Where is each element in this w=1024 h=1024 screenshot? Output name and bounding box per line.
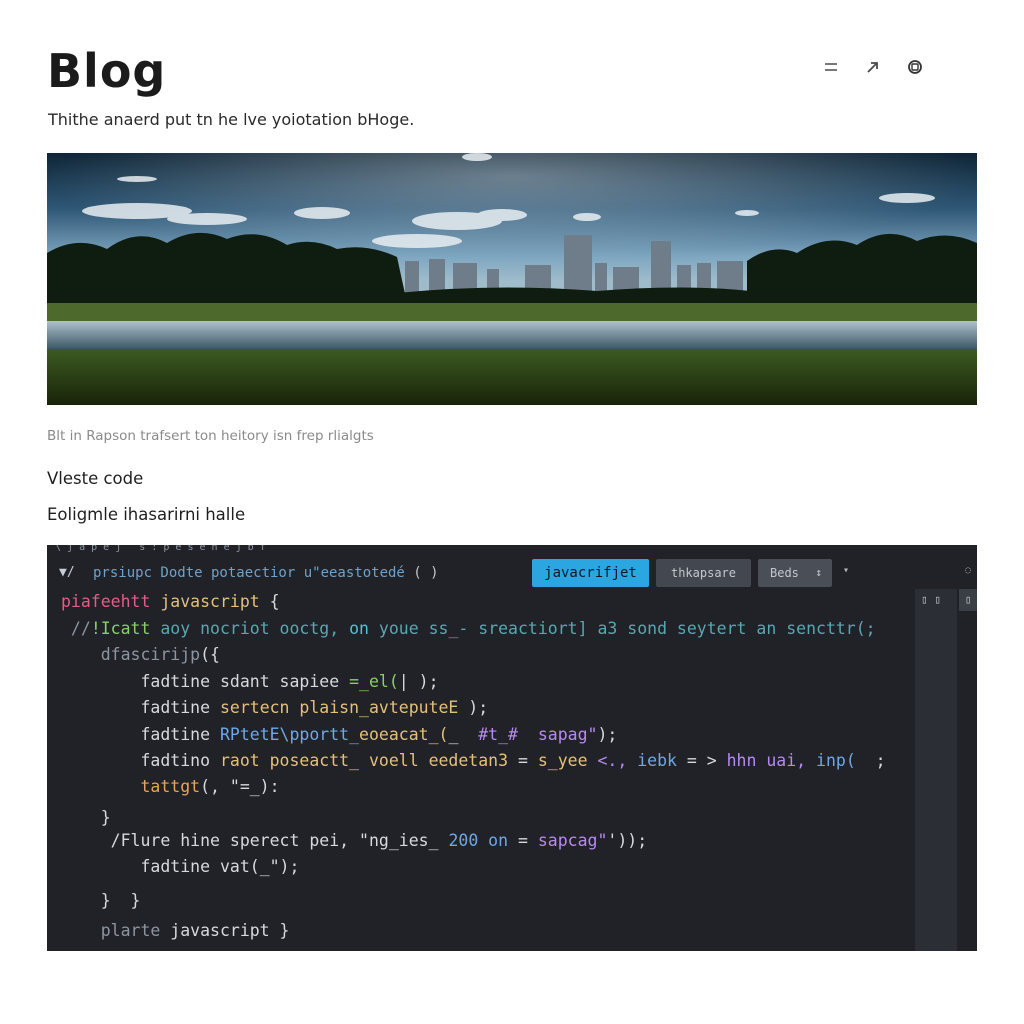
code-token: _ — [448, 725, 479, 744]
code-line: plarte javascript } — [61, 921, 290, 941]
code-token: piafeehtt — [61, 592, 161, 611]
beds-dropdown[interactable]: Beds ↕ — [758, 559, 832, 587]
code-token: sapag" — [518, 725, 598, 744]
code-line: } — [61, 808, 111, 828]
code-token: fadtine — [61, 698, 220, 717]
code-line: fadtine vat(_"); — [61, 857, 299, 877]
code-line: } } — [61, 891, 141, 911]
code-token: inp( — [806, 751, 856, 770]
code-token: ; — [855, 751, 886, 770]
code-line: tattgt(, "=_): — [61, 777, 280, 797]
code-token: ); — [597, 725, 618, 744]
code-token: =_el( — [349, 672, 399, 691]
code-token: iebk — [637, 751, 677, 770]
code-line: fadtine sertecn plaisn_avteputeE ); — [61, 698, 488, 718]
code-token: javascript } — [170, 921, 290, 940]
code-token: | ); — [398, 672, 439, 691]
code-token: fadtine — [61, 725, 220, 744]
code-token: } — [61, 808, 111, 827]
code-token: ({ — [200, 645, 220, 664]
code-token: hhn uai, — [726, 751, 807, 770]
page-title: Blog — [47, 44, 167, 98]
code-token: fadtino — [61, 751, 220, 770]
menu-icon[interactable] — [822, 56, 840, 78]
image-caption: Blt in Rapson trafsert ton heitory isn f… — [47, 428, 374, 444]
code-token: sapiee — [269, 672, 350, 691]
code-path-c: ( ) — [404, 565, 439, 581]
code-token: { — [259, 592, 280, 611]
code-token: fadtine — [61, 857, 220, 876]
code-line: //!Icatt aoy nocriot ooctg, on youe ss_-… — [61, 619, 876, 639]
code-token: !Icatt — [90, 619, 151, 638]
code-token: tattgt — [61, 777, 201, 796]
header-actions — [822, 56, 924, 78]
code-editor-panel[interactable]: \ j a p e j s : p e s e n e j b f ▼/ prs… — [47, 545, 977, 951]
code-line: fadtino raot poseactt_ voell eedetan3 = … — [61, 751, 886, 771]
code-token: 200 on — [438, 831, 509, 850]
code-token: <., — [587, 751, 638, 770]
code-token: } } — [61, 891, 141, 910]
code-line: fadtine RPtetE\pportt_eoeacat_(_ #t_# sa… — [61, 725, 617, 745]
code-token: sapcag" — [537, 831, 608, 850]
code-token: sertecn plaisn_avteputeE — [219, 698, 459, 717]
scrollbar-controls[interactable]: ▯ ▯ — [921, 593, 941, 606]
secondary-toolbar-button[interactable]: thkapsare — [656, 559, 751, 587]
scrollbar-track[interactable] — [915, 589, 957, 951]
section-heading: Vleste code — [47, 469, 144, 488]
code-lines[interactable]: piafeehtt javascript { //!Icatt aoy nocr… — [47, 588, 915, 951]
code-line: piafeehtt javascript { — [61, 592, 280, 612]
collapse-toggle-icon[interactable]: ▼/ — [59, 565, 75, 580]
code-token: "ng_ies_ — [359, 831, 439, 850]
section-subheading: Eoligmle ihasarirni halle — [47, 505, 246, 524]
hero-image — [47, 153, 977, 405]
code-token: aoy nocriot ooctg, — [150, 619, 340, 638]
code-token: on — [339, 619, 369, 638]
share-arrow-icon[interactable] — [864, 56, 882, 78]
code-path-a: prsiupc Dodte potaectior — [93, 565, 304, 581]
code-token: raot poseactt_ voell eedetan3 — [219, 751, 509, 770]
code-token: RPtetE\pportt_ — [219, 725, 360, 744]
code-token: (, "=_): — [200, 777, 280, 796]
beds-dropdown-label: Beds — [770, 566, 799, 580]
language-select-button[interactable]: javacrifjet — [532, 559, 649, 587]
code-token: = — [508, 751, 538, 770]
code-line: fadtine sdant sapiee =_el(| ); — [61, 672, 439, 692]
code-toolbar: ▼/ prsiupc Dodte potaectior u"eeastotedé… — [47, 557, 977, 589]
chevron-down-icon[interactable]: ▾ — [843, 565, 849, 576]
code-token: = — [508, 831, 538, 850]
beds-chevron-icon: ↕ — [815, 566, 822, 579]
code-token: eoeacat_( — [359, 725, 449, 744]
code-token: ); — [458, 698, 489, 717]
code-token: sdant — [219, 672, 270, 691]
code-token: plarte — [61, 921, 171, 940]
code-token: #t_# — [478, 725, 518, 744]
code-path-b: u"eeastotedé — [303, 565, 405, 581]
code-token: javascript — [160, 592, 260, 611]
code-token: s_yee — [537, 751, 588, 770]
code-token: fadtine — [61, 672, 220, 691]
code-token: Flure hine sperect pei, — [120, 831, 360, 850]
settings-circle-icon[interactable] — [906, 56, 924, 78]
code-token: youe ss_- sreactiort] a3 sond seytert an… — [368, 619, 876, 638]
panel-resize-handle[interactable]: ▯ — [959, 589, 977, 611]
code-token: dfascirijp — [61, 645, 201, 664]
code-token: // — [61, 619, 91, 638]
code-token: ')); — [607, 831, 648, 850]
code-line: /Flure hine sperect pei, "ng_ies_ 200 on… — [61, 831, 648, 851]
code-token: / — [61, 831, 121, 850]
code-panel-top-strip: \ j a p e j s : p e s e n e j b f — [55, 545, 266, 553]
code-token: vat(_"); — [219, 857, 300, 876]
code-token: = > — [676, 751, 727, 770]
blog-subtitle: Thithe anaerd put tn he lve yoiotation b… — [48, 110, 415, 129]
panel-edge-icon: ◌ — [965, 565, 972, 576]
code-line: dfascirijp({ — [61, 645, 220, 665]
code-path: prsiupc Dodte potaectior u"eeastotedé ( … — [93, 565, 439, 581]
